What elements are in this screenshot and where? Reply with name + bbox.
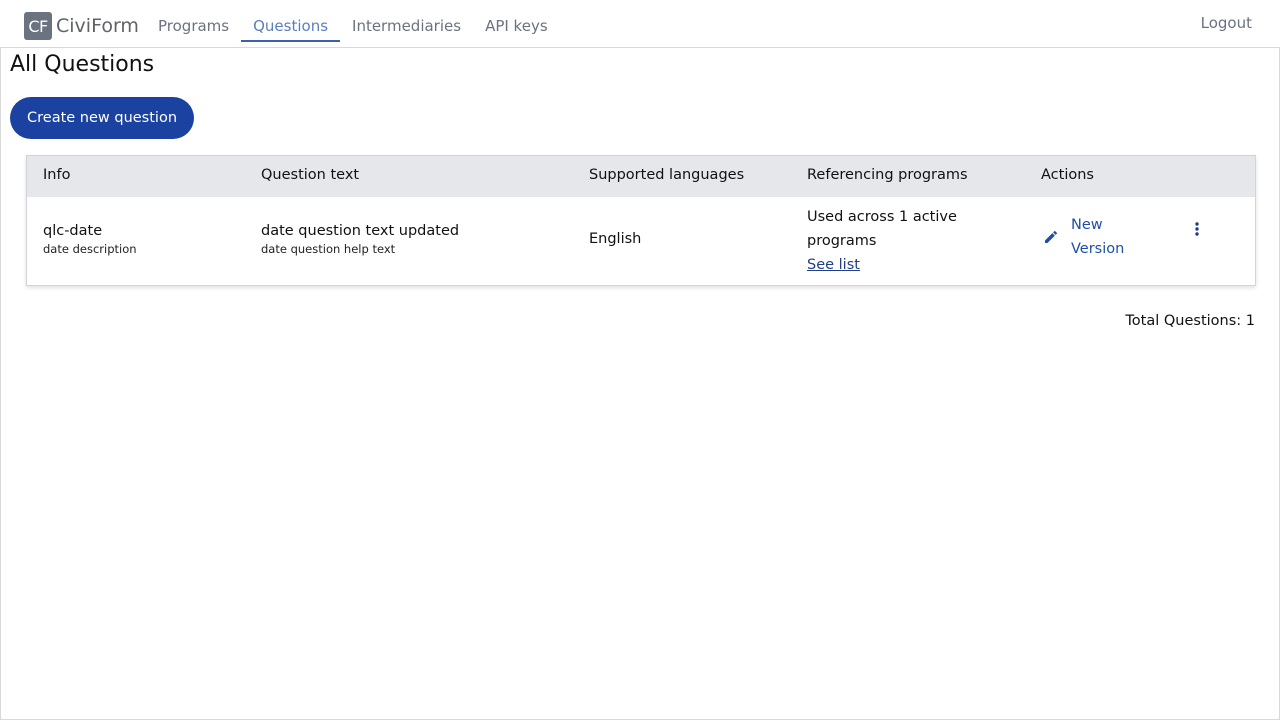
main-nav: Programs Questions Intermediaries API ke… [146, 12, 560, 42]
create-new-question-button[interactable]: Create new question [10, 97, 195, 139]
logout-link[interactable]: Logout [1201, 14, 1252, 32]
total-questions-count: Total Questions: 1 [1125, 313, 1255, 329]
brand-name: CiviForm [56, 15, 139, 37]
question-text: date question text updated [261, 223, 460, 239]
header-info: Info [43, 167, 71, 183]
new-version-label: New Version [1071, 213, 1141, 261]
referencing-text-line2: programs [807, 233, 877, 249]
see-list-link[interactable]: See list [807, 253, 957, 277]
header-question-text: Question text [261, 167, 360, 183]
brand-badge: CF [24, 12, 52, 40]
nav-programs[interactable]: Programs [146, 12, 241, 42]
question-description: date description [43, 242, 137, 256]
main-content: All Questions Create new question Info Q… [0, 48, 1280, 720]
brand-logo[interactable]: CF CiviForm [24, 12, 139, 40]
question-help-text: date question help text [261, 242, 396, 256]
new-version-label-line2: Version [1071, 241, 1125, 257]
header-referencing-programs: Referencing programs [807, 167, 968, 183]
referencing-programs-cell: Used across 1 active programs See list [807, 205, 957, 277]
pencil-icon [1045, 230, 1058, 243]
supported-languages-cell: English [589, 231, 642, 247]
more-vertical-icon[interactable] [1189, 220, 1205, 240]
new-version-label-line1: New [1071, 217, 1103, 233]
info-cell: qlc-date date description [43, 223, 137, 256]
page-title: All Questions [10, 52, 155, 77]
top-navigation-bar: CF CiviForm Programs Questions Intermedi… [0, 0, 1280, 48]
table-header: Info Question text Supported languages R… [27, 156, 1255, 197]
question-text-cell: date question text updated date question… [261, 223, 459, 256]
header-supported-languages: Supported languages [589, 167, 745, 183]
nav-intermediaries[interactable]: Intermediaries [340, 12, 473, 42]
questions-table: Info Question text Supported languages R… [26, 155, 1256, 286]
new-version-button[interactable]: New Version [1043, 213, 1141, 261]
nav-api-keys[interactable]: API keys [473, 12, 560, 42]
question-name: qlc-date [43, 223, 103, 239]
header-actions: Actions [1041, 167, 1094, 183]
referencing-text-line1: Used across 1 active [807, 209, 957, 225]
nav-questions[interactable]: Questions [241, 12, 341, 42]
